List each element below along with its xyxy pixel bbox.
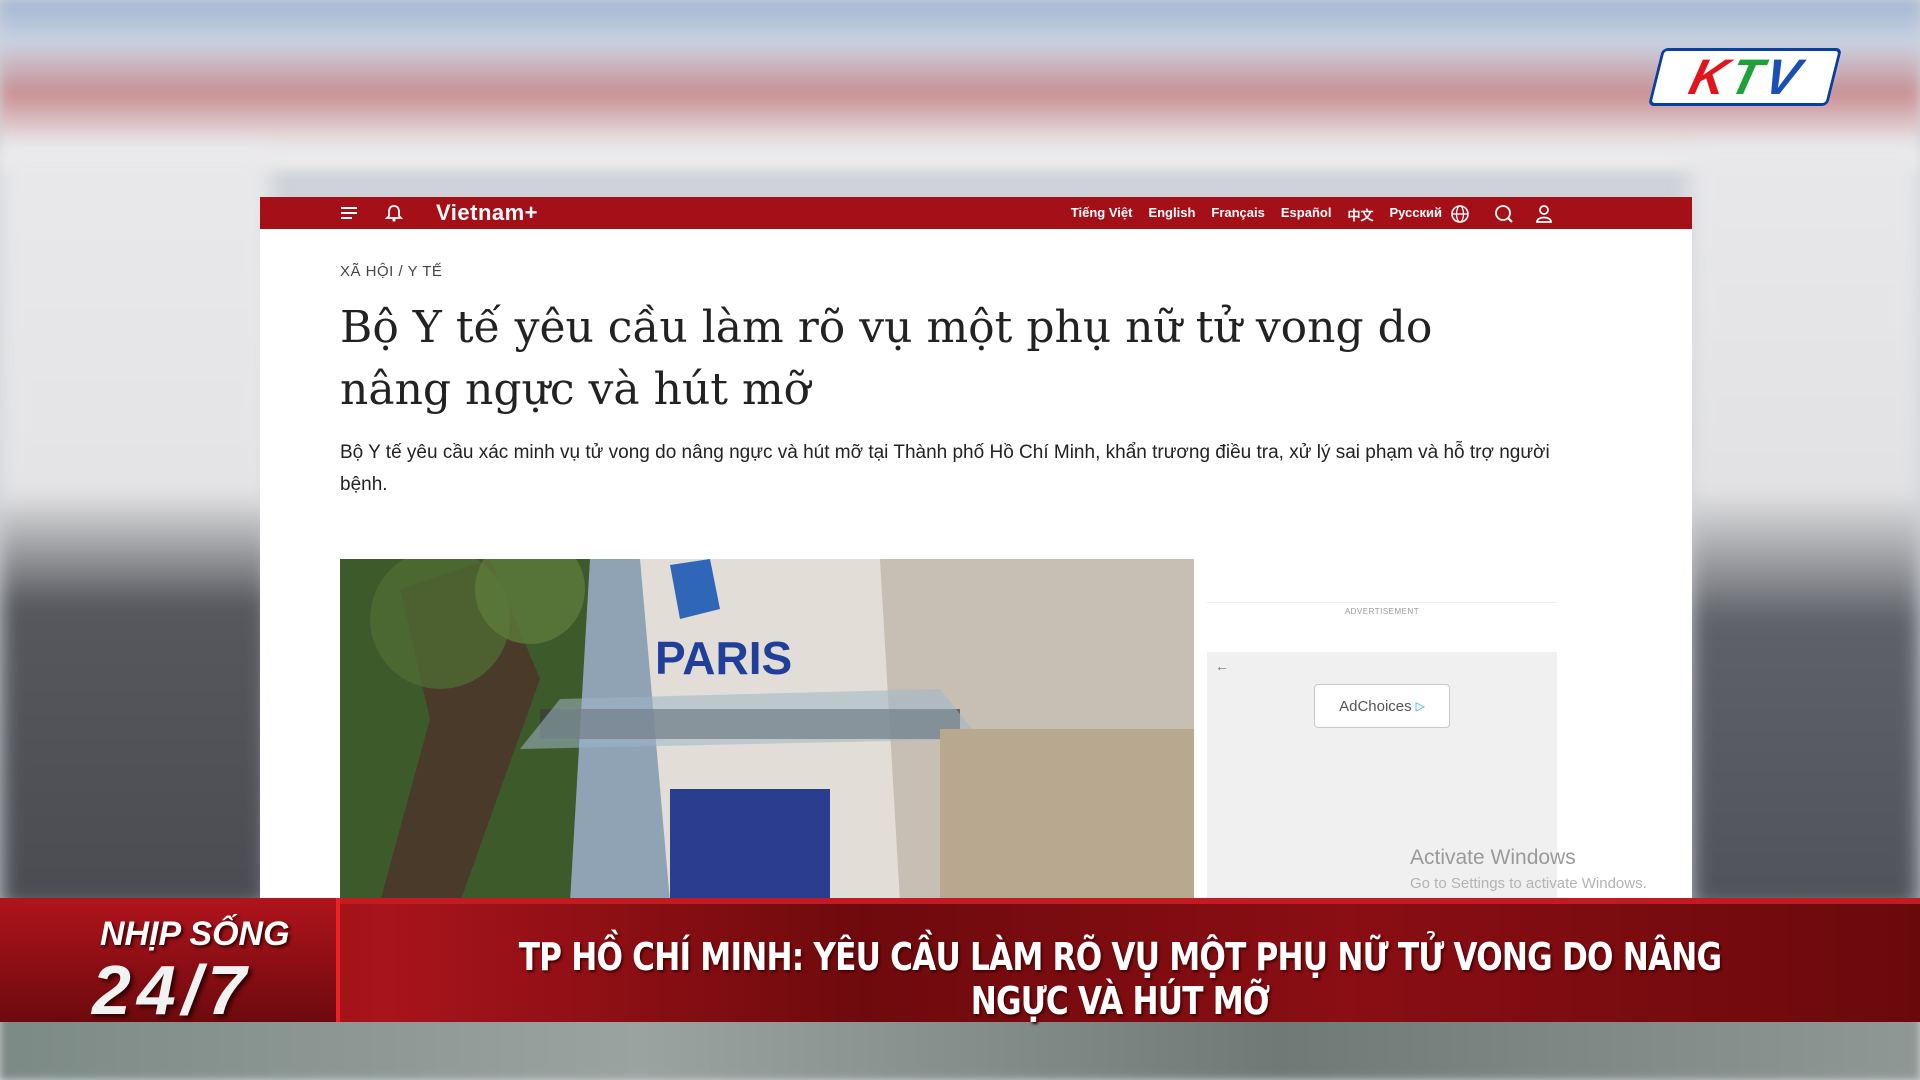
search-icon[interactable] (1494, 204, 1514, 223)
blurred-background-top (0, 0, 1920, 170)
activate-windows-subtitle: Go to Settings to activate Windows. (1410, 875, 1647, 892)
show-name: NHỊP SỐNG (100, 915, 290, 953)
advertisement-label: ADVERTISEMENT (1207, 602, 1557, 616)
blurred-background-left (0, 150, 270, 910)
bell-icon[interactable] (384, 204, 404, 222)
news-ticker-headline: TP HỒ CHÍ MINH: YÊU CẦU LÀM RÕ VỤ MỘT PH… (518, 935, 1722, 1023)
article-summary: Bộ Y tế yêu cầu xác minh vụ tử vong do n… (340, 442, 1550, 495)
play-triangle-icon: ▷ (1415, 699, 1425, 713)
globe-icon[interactable] (1450, 204, 1470, 223)
blurred-background-right (1690, 150, 1920, 910)
language-menu: Tiếng Việt English Français Español 中文 P… (1071, 205, 1442, 224)
lang-english[interactable]: English (1148, 205, 1195, 224)
site-top-nav: Vietnam+ Tiếng Việt English Français Esp… (260, 197, 1692, 229)
lang-vietnamese[interactable]: Tiếng Việt (1071, 205, 1133, 224)
activate-windows-title: Activate Windows (1410, 846, 1576, 869)
photo-sign-text: PARIS (655, 632, 792, 684)
lang-russian[interactable]: Pусский (1389, 205, 1442, 224)
back-arrow-icon[interactable]: ← (1215, 658, 1229, 674)
user-icon[interactable] (1534, 204, 1554, 223)
article-photo: PARIS (340, 559, 1194, 902)
menu-icon[interactable] (340, 204, 360, 222)
show-time-label: 24/7 (92, 951, 253, 1029)
breadcrumb[interactable]: XÃ HỘI / Y TẾ (340, 263, 442, 280)
adchoices-button[interactable]: AdChoices ▷ (1314, 684, 1450, 728)
adchoices-label: AdChoices (1339, 697, 1412, 715)
lang-chinese[interactable]: 中文 (1347, 205, 1373, 224)
lang-spanish[interactable]: Español (1281, 205, 1332, 224)
article-headline: Bộ Y tế yêu cầu làm rõ vụ một phụ nữ tử … (340, 302, 1433, 415)
news-webpage: Vietnam+ Tiếng Việt English Français Esp… (260, 197, 1692, 902)
lang-french[interactable]: Français (1211, 205, 1264, 224)
site-logo[interactable]: Vietnam+ (436, 200, 538, 226)
ktv-channel-logo: K T V (1647, 48, 1843, 106)
